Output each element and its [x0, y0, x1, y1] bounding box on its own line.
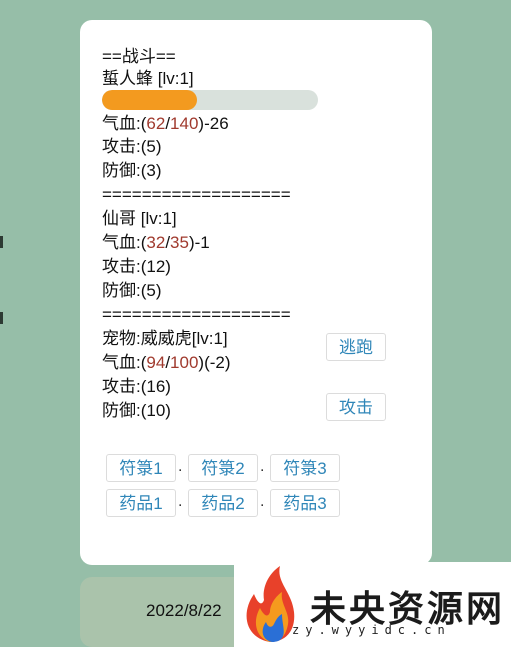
player-hp: 气血:(32/35)-1 [102, 233, 210, 252]
separator: . [178, 458, 183, 475]
enemy-defense: 防御:(3) [102, 161, 162, 180]
enemy-name: 蜇人蜂 [lv:1] [102, 69, 194, 88]
enemy-attack: 攻击:(5) [102, 137, 162, 156]
player-attack: 攻击:(12) [102, 257, 171, 276]
separator: . [260, 493, 265, 510]
potion-3-button[interactable]: 药品3 [270, 489, 340, 517]
enemy-hp: 气血:(62/140)-26 [102, 114, 229, 133]
talisman-2-button[interactable]: 符箓2 [188, 454, 258, 482]
separator: . [178, 493, 183, 510]
player-name: 仙哥 [lv:1] [102, 209, 177, 228]
edge-mark [0, 236, 3, 248]
enemy-hp-bar [102, 90, 318, 110]
watermark-url: zy.wyyidc.cn [292, 623, 451, 637]
potion-2-button[interactable]: 药品2 [188, 489, 258, 517]
pet-name: 宠物:威威虎[lv:1] [102, 329, 228, 348]
watermark: 未央资源网 zy.wyyidc.cn [234, 562, 511, 647]
player-defense: 防御:(5) [102, 281, 162, 300]
battle-header: ==战斗== [102, 47, 176, 66]
talisman-3-button[interactable]: 符箓3 [270, 454, 340, 482]
pet-defense: 防御:(10) [102, 401, 171, 420]
divider: =================== [102, 305, 291, 324]
pet-hp: 气血:(94/100)(-2) [102, 353, 231, 372]
date-text: 2022/8/22 [146, 601, 222, 620]
divider: =================== [102, 185, 291, 204]
separator: . [260, 458, 265, 475]
attack-button[interactable]: 攻击 [326, 393, 386, 421]
potion-1-button[interactable]: 药品1 [106, 489, 176, 517]
talisman-1-button[interactable]: 符箓1 [106, 454, 176, 482]
enemy-hp-fill [102, 90, 198, 110]
flee-button[interactable]: 逃跑 [326, 333, 386, 361]
edge-mark [0, 312, 3, 324]
pet-attack: 攻击:(16) [102, 377, 171, 396]
page-left-edge [0, 0, 4, 647]
battle-panel: ==战斗== 蜇人蜂 [lv:1] 气血:(62/140)-26 攻击:(5) … [80, 20, 432, 565]
